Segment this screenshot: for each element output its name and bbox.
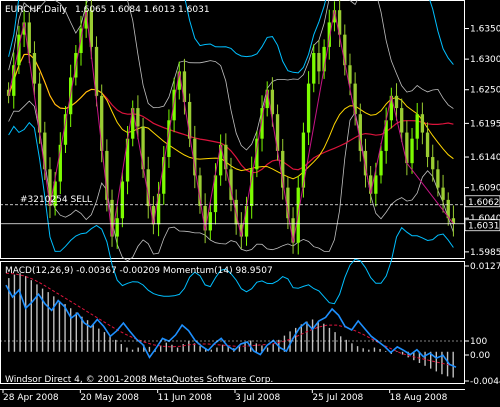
candle-body — [394, 95, 399, 109]
indicator-tick-label: 0.00 — [470, 351, 490, 361]
macd-momentum-layer — [5, 272, 457, 378]
candle-body — [208, 212, 212, 231]
time-tick-label: 25 Jul 2008 — [312, 393, 363, 403]
candle-body — [436, 169, 440, 188]
price-tag-label: 1.6031 — [468, 222, 500, 232]
candle-body — [431, 157, 435, 170]
time-tick-label: 11 Jun 2008 — [158, 393, 212, 403]
price-tick-label: 1.6090 — [470, 184, 500, 194]
candle-body — [244, 205, 249, 237]
candle-body — [425, 132, 430, 158]
candle-body — [250, 169, 254, 206]
copyright-label: Windsor Direct 4, © 2001-2008 MetaQuotes… — [5, 375, 273, 385]
mt4-chart-window[interactable]: 1.6350 1.6300 1.6250 1.6195 1.6140 1.6090 1.60… — [0, 0, 500, 403]
time-tick-label: 20 May 2008 — [80, 393, 139, 403]
price-tick-label: 1.6250 — [470, 86, 500, 96]
candle-body — [400, 108, 404, 133]
price-tick-label: 1.6300 — [470, 55, 500, 65]
candle-body — [374, 175, 378, 194]
price-tick-label: 1.5985 — [470, 248, 500, 258]
candle-body — [115, 218, 119, 237]
candle-body — [410, 138, 414, 164]
indicator-tick-label: -0.00445 — [470, 377, 500, 387]
symbol-label: EURCHF,Daily — [5, 5, 68, 15]
candle-body — [120, 181, 125, 219]
indicator-tick-label: 100 — [470, 337, 487, 347]
time-tick-label: 18 Aug 2008 — [390, 393, 448, 403]
price-tick-label: 1.6350 — [470, 25, 500, 35]
price-tick-label: 1.6140 — [470, 153, 500, 163]
candle-body — [441, 187, 445, 200]
time-axis-ticks: 28 Apr 2008 20 May 2008 11 Jun 2008 3 Jul 2… — [2, 389, 448, 403]
time-tick-label: 3 Jul 2008 — [235, 393, 280, 403]
chart-canvas[interactable]: 1.6350 1.6300 1.6250 1.6195 1.6140 1.6090 1.60… — [0, 0, 500, 403]
time-tick-label: 28 Apr 2008 — [3, 393, 59, 403]
price-tick-label: 1.6195 — [470, 119, 500, 129]
candle-body — [136, 108, 140, 127]
indicator-tick-label: 0.01279 — [470, 262, 500, 272]
candle-body — [420, 114, 425, 133]
candles-layer — [6, 0, 456, 255]
price-axis-ticks: 1.6350 1.6300 1.6250 1.6195 1.6140 1.6090 1.60… — [0, 25, 500, 387]
candle-body — [203, 205, 207, 231]
macd-signal-line — [5, 272, 457, 367]
candle-body — [141, 126, 145, 170]
ohlc-label: 1.6065 1.6084 1.6013 1.6031 — [75, 5, 210, 15]
order-label[interactable]: #3210254 SELL — [20, 195, 92, 205]
candle-body — [379, 150, 383, 176]
candle-body — [312, 53, 316, 84]
price-tag-label: 1.6062 — [468, 198, 500, 208]
candle-body — [317, 53, 321, 72]
candle-body — [32, 53, 37, 84]
momentum-line — [5, 284, 457, 368]
candle-body — [415, 114, 419, 139]
main-chart-frame — [0, 0, 465, 259]
candle-body — [306, 83, 311, 133]
indicator-title: MACD(12,26,9) -0.00367 -0.00209 Momentum… — [5, 266, 273, 276]
